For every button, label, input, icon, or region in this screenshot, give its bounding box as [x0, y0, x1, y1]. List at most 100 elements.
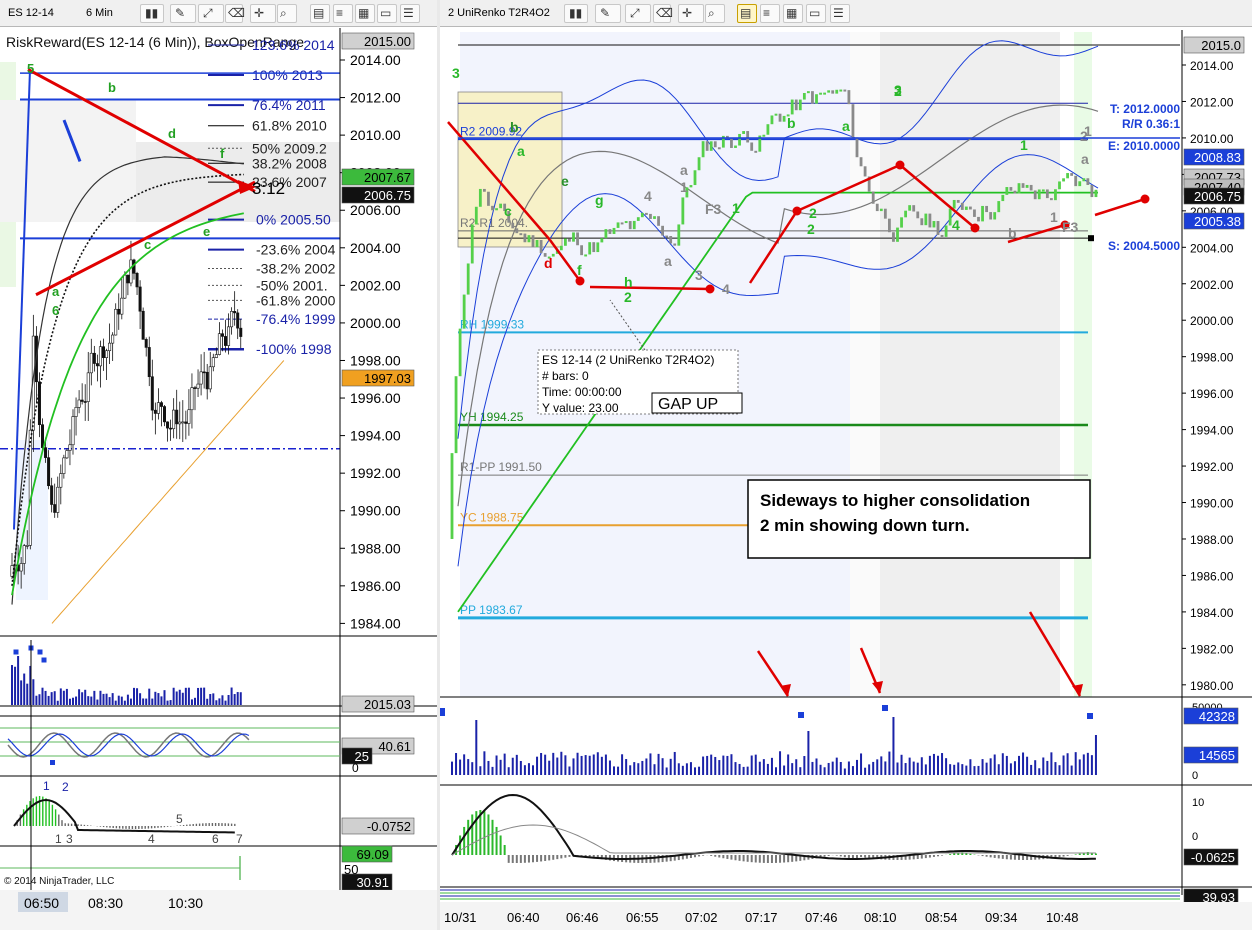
volume-bar-28: [96, 699, 99, 705]
volume-bar-17: [62, 690, 65, 705]
volume-spike-marker-2: [1087, 713, 1093, 719]
volume-bar-21: [536, 756, 539, 775]
renko-brick-151: [1062, 178, 1065, 182]
volume-bar-80: [775, 767, 777, 775]
volume-bar-18: [65, 688, 68, 705]
renko-brick-95: [835, 89, 839, 94]
candle-body-53: [172, 409, 176, 430]
renko-brick-92: [823, 92, 826, 95]
macd-signal-line: [13, 798, 235, 834]
volume-bar-82: [783, 765, 786, 775]
renko-brick-5: [470, 224, 474, 264]
renko-brick-89: [811, 91, 814, 104]
candle-body-56: [181, 421, 185, 424]
renko-brick-0: [450, 453, 454, 539]
volume-bar-105: [876, 759, 879, 775]
volume-bar-143: [1030, 764, 1033, 775]
volume-bar-83: [787, 754, 790, 775]
volume-bar-24: [84, 689, 87, 705]
renko-brick-102: [863, 166, 867, 177]
candle-body-59: [190, 387, 194, 411]
volume-bar-69: [730, 754, 733, 775]
rsi-axis-label: 50: [344, 862, 358, 877]
candle-body-18: [65, 450, 69, 459]
candle-body-44: [144, 339, 148, 348]
volume-bar-27: [560, 751, 563, 775]
volume-bar-92: [823, 767, 826, 775]
candle-body-75: [239, 327, 243, 337]
candle-body-38: [126, 274, 130, 284]
renko-brick-43: [624, 221, 628, 224]
renko-brick-145: [1037, 189, 1041, 200]
y-tick-label: 2000.00: [350, 315, 401, 331]
renko-brick-153: [1070, 173, 1074, 176]
volume-bar-71: [227, 695, 230, 705]
price-badge-mid: 2007.67: [364, 170, 411, 185]
renko-brick-61: [697, 157, 701, 171]
renko-brick-44: [628, 221, 632, 230]
volume-bar-44: [145, 698, 148, 705]
renko-brick-74: [750, 142, 754, 151]
volume-bar-78: [766, 763, 769, 775]
left-chart-canvas[interactable]: RiskReward(ES 12-14 (6 Min)), BoxOpenRan…: [0, 0, 437, 930]
left-chart-panel[interactable]: ES 12-14 6 Min ▮▮ ✎ ⤢ ⌫ ✛ ⌕ ▤ ≡ ▦ ▭ ☰ Ri…: [0, 0, 437, 930]
volume-bar-31: [105, 693, 108, 705]
candle-body-9: [37, 381, 41, 425]
renko-brick-104: [871, 191, 875, 204]
volume-bar-43: [625, 759, 628, 775]
volume-bar-90: [815, 758, 818, 775]
volume-bar-37: [123, 700, 126, 705]
macd-label-4: 4: [148, 832, 155, 846]
y-tick-label: 1998.00: [1190, 351, 1234, 365]
renko-brick-6: [474, 206, 478, 225]
renko-brick-60: [693, 170, 697, 186]
volume-badge-high: 42328: [1199, 709, 1235, 724]
volume-bar-156: [1082, 754, 1085, 775]
renko-brick-84: [790, 99, 794, 115]
volume-bar-153: [1070, 765, 1073, 775]
candle-body-22: [77, 399, 81, 408]
volume-bar-42: [139, 693, 142, 705]
volume-bar-19: [527, 763, 530, 775]
volume-bar-1: [455, 752, 458, 775]
right-chart-canvas[interactable]: R2-R1 2004.R2 2009.92RH 1999.33YH 1994.2…: [440, 0, 1252, 930]
renko-brick-42: [620, 222, 624, 225]
fib-label-7: 0% 2005.50: [256, 212, 331, 228]
renko-brick-59: [689, 185, 693, 188]
volume-bar-71: [738, 763, 741, 775]
y-tick-label: 2010.00: [350, 127, 401, 143]
volume-bar-130: [977, 765, 980, 775]
candle-body-64: [205, 371, 209, 390]
renko-brick-65: [713, 141, 717, 148]
renko-brick-86: [798, 99, 802, 111]
macd-badge: -0.0625: [1191, 850, 1235, 865]
candle-body-32: [108, 342, 112, 352]
volume-bar-74: [750, 755, 753, 775]
volume-bar-26: [556, 757, 559, 775]
right-chart-panel[interactable]: 2 UniRenko T2R4O2 ▮▮ ✎ ⤢ ⌫ ✛ ⌕ ▤ ≡ ▦ ▭ ☰…: [440, 0, 1252, 930]
renko-brick-118: [928, 213, 932, 228]
price-badge-last: 2006.75: [364, 188, 411, 203]
volume-bar-32: [108, 697, 111, 705]
y-tick-label: 1994.00: [350, 428, 401, 444]
renko-brick-85: [794, 99, 798, 111]
price-badge-high: 2015.00: [364, 34, 411, 49]
volume-bar-25: [87, 696, 90, 705]
y-tick-label: 1986.00: [350, 578, 401, 594]
volume-bar-74: [236, 692, 239, 705]
swing-label-8: h: [624, 274, 633, 290]
renko-brick-12: [499, 203, 502, 209]
volume-bar-150: [1058, 765, 1061, 775]
renko-brick-48: [645, 212, 648, 215]
volume-bar-120: [937, 755, 939, 775]
volume-bar-27: [93, 690, 96, 705]
candle-body-33: [111, 334, 115, 344]
volume-bar-22: [78, 689, 81, 705]
renko-brick-157: [1086, 178, 1090, 185]
candle-body-74: [236, 312, 240, 329]
volume-bar-40: [133, 687, 135, 705]
volume-bar-60: [194, 697, 196, 705]
candle-body-45: [147, 347, 151, 378]
volume-bar-38: [604, 754, 607, 775]
volume-bar-141: [1022, 752, 1025, 775]
